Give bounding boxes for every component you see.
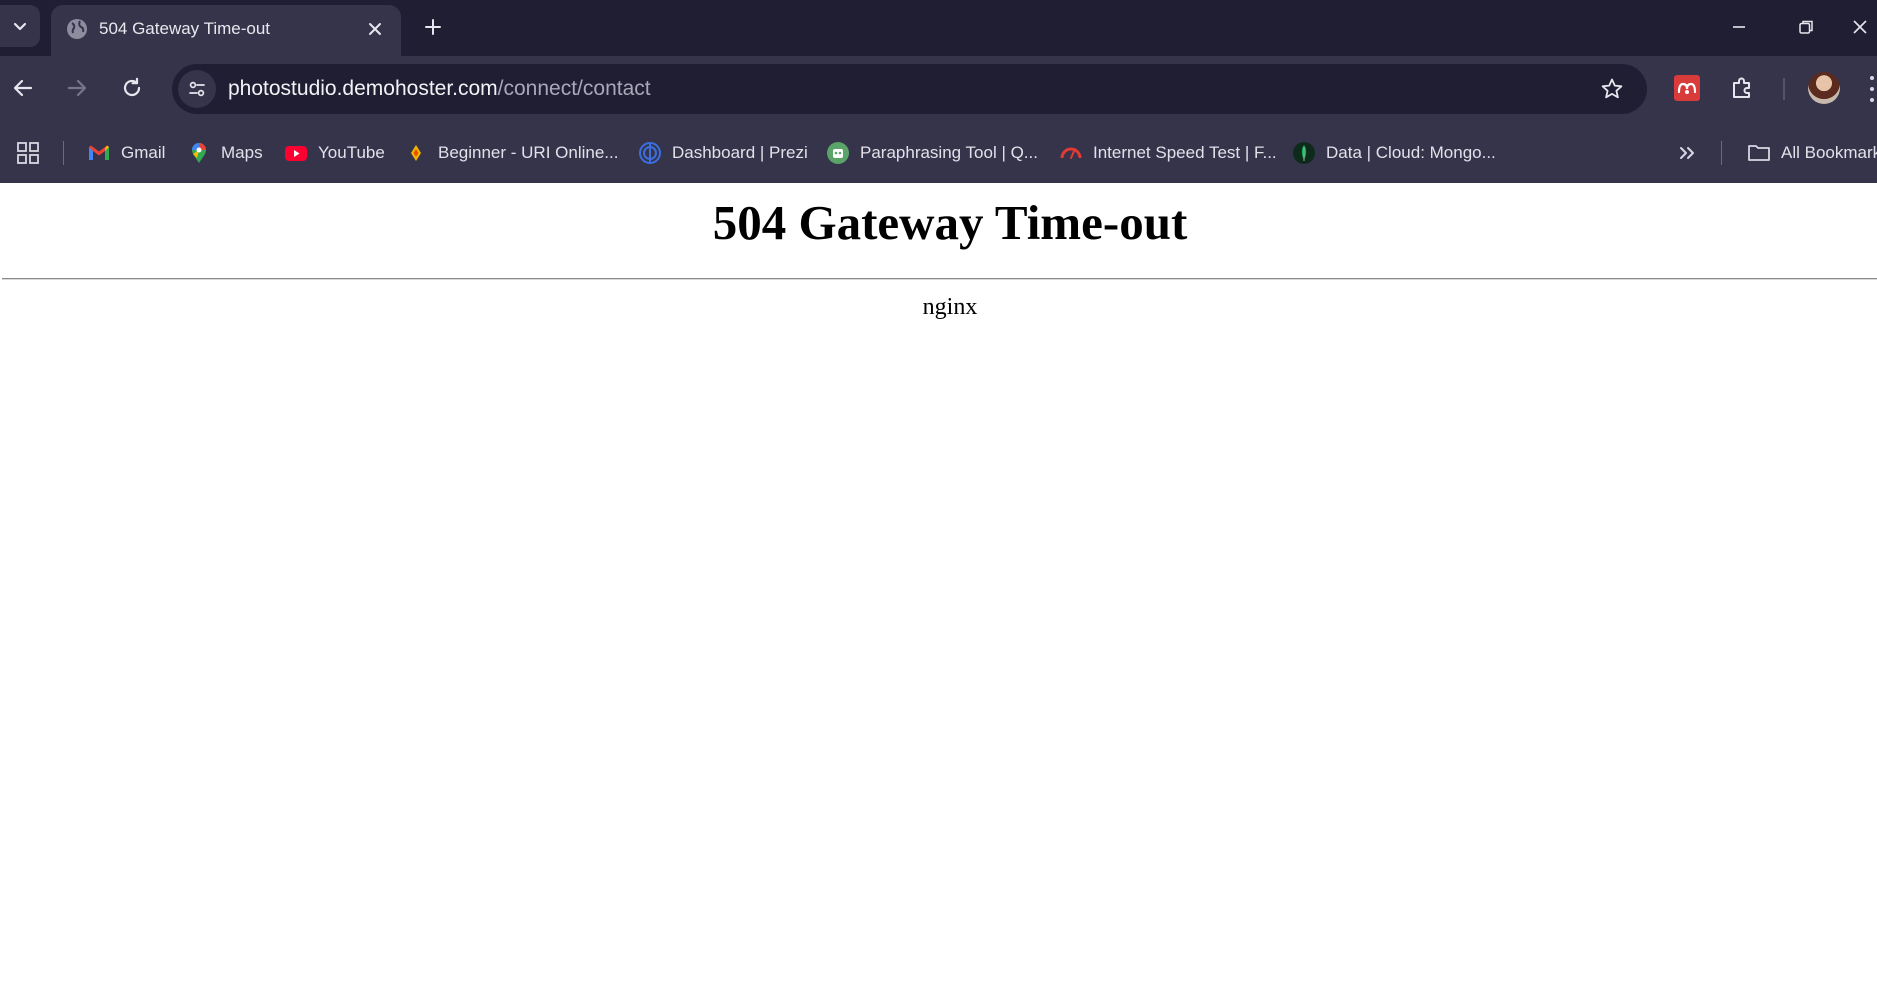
- address-bar[interactable]: photostudio.demohoster.com/connect/conta…: [172, 64, 1647, 114]
- tab-close-button[interactable]: [363, 17, 387, 41]
- bookmark-maps[interactable]: Maps: [187, 128, 263, 178]
- bookmark-star-button[interactable]: [1597, 74, 1627, 104]
- maps-pin-icon: [192, 143, 206, 163]
- close-window-icon: [1853, 20, 1867, 34]
- bookmark-label: Dashboard | Prezi: [672, 143, 808, 162]
- horizontal-rule: [2, 278, 1877, 280]
- folder-icon: [1748, 145, 1770, 161]
- profile-avatar[interactable]: [1808, 72, 1840, 104]
- site-info-button[interactable]: [178, 70, 216, 108]
- url-text[interactable]: photostudio.demohoster.com/connect/conta…: [228, 74, 651, 104]
- apps-button[interactable]: [16, 128, 40, 178]
- server-name: nginx: [922, 294, 978, 320]
- browser-window: 504 Gateway Time-out photostudio.demohos…: [0, 0, 1877, 1003]
- prezi-icon: [639, 142, 661, 164]
- bookmark-label: Paraphrasing Tool | Q...: [860, 143, 1038, 162]
- toolbar-divider: [1783, 78, 1785, 100]
- bookmark-uri-online[interactable]: Beginner - URI Online...: [404, 128, 618, 178]
- mendeley-icon: [1674, 75, 1700, 101]
- tab-strip: 504 Gateway Time-out: [0, 0, 1877, 56]
- dot: [1869, 86, 1874, 91]
- tune-icon: [189, 81, 205, 97]
- bookmark-label: Beginner - URI Online...: [438, 143, 619, 162]
- extension-mendeley-button[interactable]: [1669, 70, 1705, 106]
- tab-search-button[interactable]: [0, 5, 40, 47]
- youtube-icon: [285, 146, 307, 161]
- bookmarks-bar: Gmail Maps YouTube Beginner - URI Online…: [0, 128, 1877, 178]
- speedometer-icon: [1060, 147, 1082, 159]
- bookmark-gmail[interactable]: Gmail: [87, 128, 165, 178]
- all-bookmarks-button[interactable]: All Bookmarks: [1747, 128, 1877, 178]
- reload-button[interactable]: [112, 68, 152, 108]
- bookmark-label: YouTube: [318, 143, 385, 162]
- puzzle-icon: [1733, 77, 1750, 98]
- url-host: photostudio.demohoster.com: [228, 77, 498, 100]
- dot: [1869, 98, 1874, 103]
- reload-icon: [123, 77, 141, 97]
- close-window-button[interactable]: [1852, 10, 1877, 44]
- all-bookmarks-label: All Bookmarks: [1781, 143, 1877, 162]
- bookmark-youtube[interactable]: YouTube: [284, 128, 385, 178]
- more-menu-button[interactable]: [1866, 72, 1877, 106]
- dot: [1869, 75, 1874, 80]
- bookmark-label: Data | Cloud: Mongo...: [1326, 143, 1496, 162]
- chevron-down-icon: [13, 22, 27, 31]
- more-bookmarks-button[interactable]: [1675, 128, 1699, 178]
- star-icon: [1601, 78, 1623, 99]
- restore-button[interactable]: [1786, 10, 1826, 44]
- close-icon: [369, 23, 381, 35]
- mongodb-leaf-icon: [1293, 142, 1315, 164]
- error-heading: 504 Gateway Time-out: [712, 195, 1188, 250]
- globe-icon: [67, 19, 87, 39]
- quillbot-icon: [827, 142, 849, 164]
- uri-online-icon: [411, 145, 421, 161]
- apps-grid-icon: [17, 142, 39, 164]
- arrow-right-icon: [67, 79, 87, 97]
- arrow-left-icon: [13, 79, 33, 97]
- minimize-button[interactable]: [1719, 10, 1759, 44]
- page-content: 504 Gateway Time-out nginx: [0, 183, 1877, 1003]
- bookmark-speed-test[interactable]: Internet Speed Test | F...: [1059, 128, 1277, 178]
- tab-active[interactable]: 504 Gateway Time-out: [51, 5, 401, 56]
- url-path: /connect/contact: [497, 77, 651, 100]
- bookmark-mongodb[interactable]: Data | Cloud: Mongo...: [1292, 128, 1496, 178]
- gmail-icon: [89, 145, 109, 160]
- new-tab-button[interactable]: [418, 12, 448, 42]
- bookmarks-divider: [63, 141, 64, 165]
- bookmark-quillbot[interactable]: Paraphrasing Tool | Q...: [826, 128, 1038, 178]
- bookmark-prezi[interactable]: Dashboard | Prezi: [638, 128, 808, 178]
- forward-button[interactable]: [57, 68, 97, 108]
- minimize-icon: [1733, 26, 1745, 28]
- bookmarks-divider: [1721, 141, 1722, 165]
- restore-icon: [1799, 20, 1813, 34]
- bookmark-label: Gmail: [121, 143, 166, 162]
- chevron-double-right-icon: [1680, 147, 1694, 159]
- plus-icon: [425, 19, 441, 35]
- tab-title: 504 Gateway Time-out: [99, 19, 271, 38]
- bookmark-label: Maps: [221, 143, 263, 162]
- extensions-button[interactable]: [1724, 70, 1760, 106]
- browser-toolbar: photostudio.demohoster.com/connect/conta…: [0, 56, 1877, 183]
- bookmark-label: Internet Speed Test | F...: [1093, 143, 1277, 162]
- back-button[interactable]: [3, 68, 43, 108]
